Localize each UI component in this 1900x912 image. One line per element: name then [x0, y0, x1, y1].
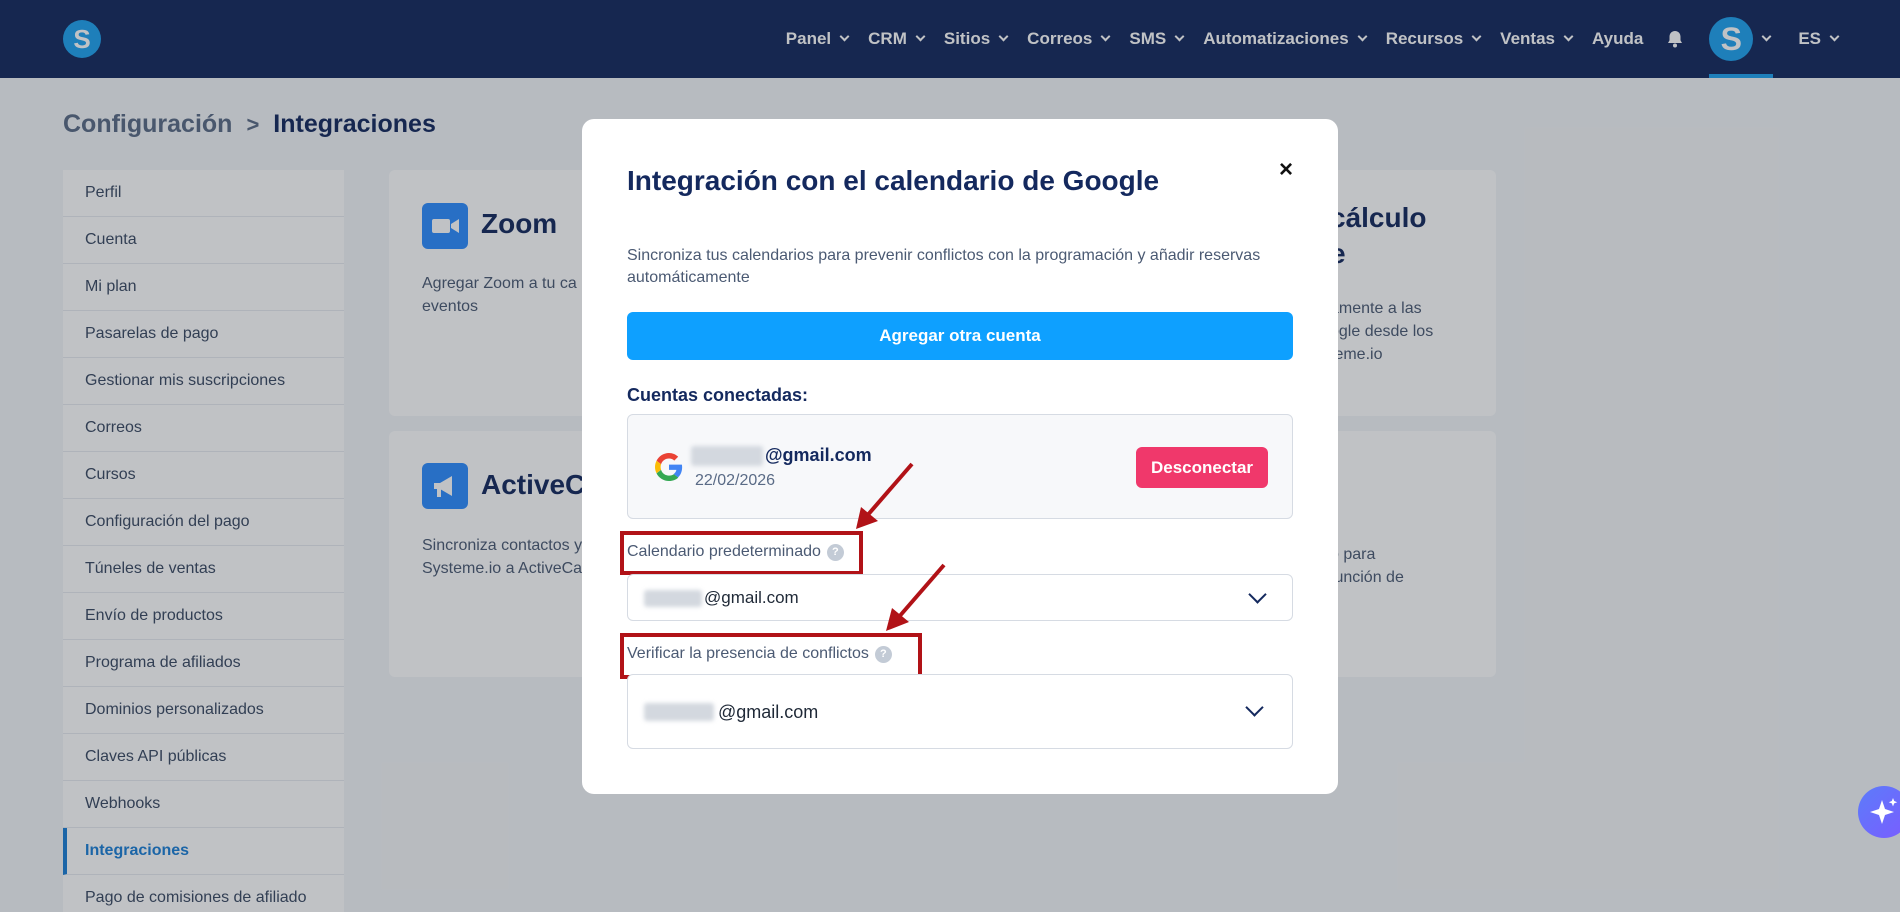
google-icon	[655, 453, 683, 481]
ai-assistant-button[interactable]	[1858, 786, 1900, 838]
annotation-arrow-icon	[886, 563, 946, 631]
default-calendar-label: Calendario predeterminado ?	[627, 543, 844, 561]
chevron-down-icon	[1245, 698, 1264, 717]
help-icon[interactable]: ?	[826, 543, 844, 561]
conflicts-select[interactable]: @gmail.com	[627, 674, 1293, 749]
connected-accounts-label: Cuentas conectadas:	[627, 385, 809, 405]
google-calendar-modal: Integración con el calendario de Google …	[582, 119, 1338, 794]
modal-description: Sincroniza tus calendarios para prevenir…	[627, 247, 1261, 286]
conflicts-label-text: Verificar la presencia de conflictos	[627, 645, 869, 662]
account-date: 22/02/2026	[695, 472, 776, 489]
conflicts-value: @gmail.com	[718, 702, 819, 722]
conflicts-label: Verificar la presencia de conflictos ?	[627, 645, 892, 663]
connected-account: @gmail.com 22/02/2026 Desconectar	[627, 414, 1293, 519]
sparkle-icon	[1870, 798, 1898, 824]
help-icon[interactable]: ?	[874, 645, 892, 663]
add-account-button[interactable]: Agregar otra cuenta	[627, 312, 1293, 360]
disconnect-button[interactable]: Desconectar	[1136, 447, 1268, 488]
redacted-email	[644, 590, 702, 607]
default-calendar-value: @gmail.com	[704, 588, 799, 607]
default-calendar-select[interactable]: @gmail.com	[627, 574, 1293, 621]
modal-title: Integración con el calendario de Google	[627, 165, 1160, 196]
chevron-down-icon	[1248, 585, 1267, 604]
redacted-email	[691, 446, 763, 466]
annotation-arrow-icon	[856, 462, 914, 529]
redacted-email	[644, 703, 714, 721]
close-icon[interactable]: ×	[1275, 158, 1297, 182]
default-calendar-label-text: Calendario predeterminado	[627, 543, 821, 560]
